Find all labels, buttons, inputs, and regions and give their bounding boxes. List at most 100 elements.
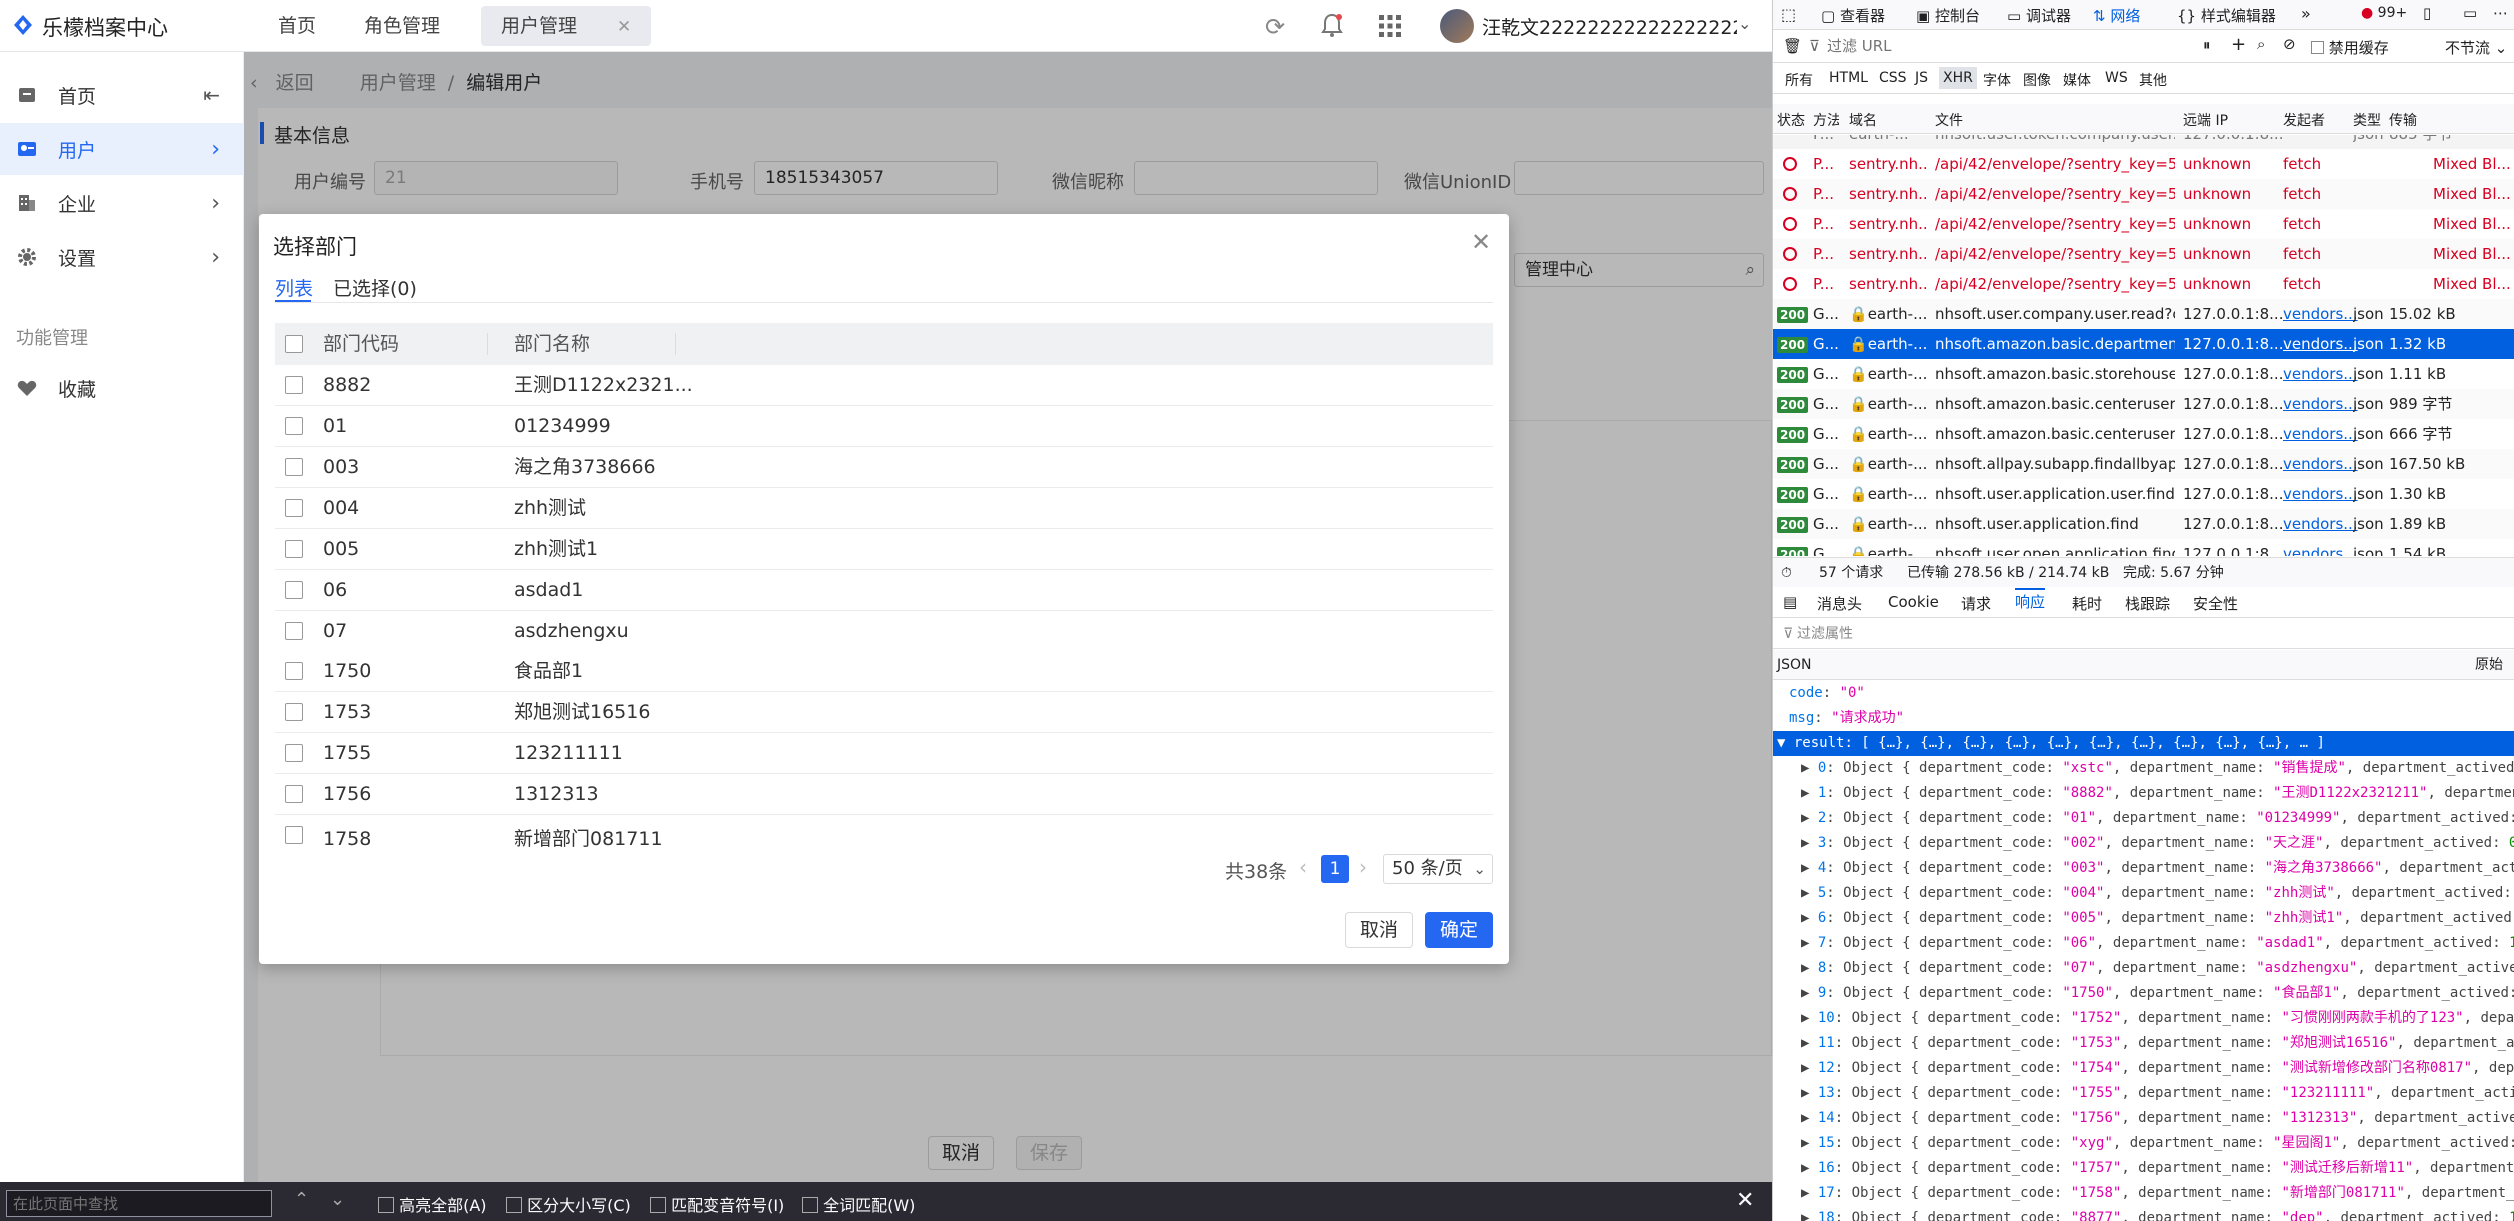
table-row[interactable]: 01 01234999 xyxy=(275,406,1493,447)
prev-page-icon[interactable]: ‹ xyxy=(1299,855,1307,879)
type-filter-media[interactable]: 媒体 xyxy=(2063,70,2091,90)
error-count[interactable]: ● 99+ xyxy=(2361,5,2407,21)
expand-triangle-icon[interactable]: ▶ xyxy=(1801,760,1818,776)
avatar[interactable] xyxy=(1440,9,1474,43)
throttle-select[interactable]: 不节流 ⌄ xyxy=(2445,37,2507,58)
json-array-item[interactable]: ▶ 2: Object { department_code: "01", dep… xyxy=(1773,806,2514,831)
table-row[interactable]: 1756 1312313 xyxy=(275,774,1493,815)
type-filter-js[interactable]: JS xyxy=(1915,70,1928,86)
find-next-icon[interactable]: ⌄ xyxy=(330,1189,345,1210)
tab-selected[interactable]: 已选择(0) xyxy=(333,274,417,301)
apps-grid-icon[interactable] xyxy=(1378,14,1402,38)
filter-props-input[interactable]: 过滤属性 xyxy=(1797,619,1853,649)
close-findbar-icon[interactable]: ✕ xyxy=(1736,1188,1754,1213)
expand-triangle-icon[interactable]: ▶ xyxy=(1801,1110,1818,1126)
responsive-icon[interactable]: ▭ xyxy=(2463,4,2477,22)
expand-triangle-icon[interactable]: ▼ xyxy=(1777,735,1794,751)
req-initiator[interactable]: vendors... xyxy=(2283,329,2358,359)
block-icon[interactable]: ⊘ xyxy=(2283,35,2296,53)
type-filter-font[interactable]: 字体 xyxy=(1983,70,2011,90)
row-checkbox[interactable] xyxy=(285,703,303,721)
refresh-icon[interactable]: ⟳ xyxy=(1265,13,1285,41)
checkbox[interactable] xyxy=(506,1197,522,1213)
detail-tab-request[interactable]: 请求 xyxy=(1961,593,1991,614)
json-array-item[interactable]: ▶ 9: Object { department_code: "1750", d… xyxy=(1773,981,2514,1006)
expand-triangle-icon[interactable]: ▶ xyxy=(1801,985,1818,1001)
json-array-item[interactable]: ▶ 7: Object { department_code: "06", dep… xyxy=(1773,931,2514,956)
req-initiator[interactable]: vendors... xyxy=(2283,479,2358,509)
row-checkbox[interactable] xyxy=(285,785,303,803)
table-row[interactable]: 1750 食品部1 xyxy=(275,651,1493,692)
checkbox[interactable] xyxy=(2311,41,2324,54)
expand-triangle-icon[interactable]: ▶ xyxy=(1801,1060,1818,1076)
tab-close-icon[interactable]: ✕ xyxy=(617,17,631,37)
expand-triangle-icon[interactable]: ▶ xyxy=(1801,960,1818,976)
user-name[interactable]: 汪乾文22222222222222222222 xyxy=(1482,13,1737,40)
close-icon[interactable]: ✕ xyxy=(1471,228,1491,256)
table-row[interactable]: 8882 王测D1122x2321... xyxy=(275,365,1493,406)
type-filter-all[interactable]: 所有 xyxy=(1785,70,1813,90)
expand-triangle-icon[interactable]: ▶ xyxy=(1801,810,1818,826)
search-icon[interactable]: ⌕ xyxy=(2257,35,2265,53)
request-row-selected[interactable]: 200 G... 🔒earth-... nhsoft.amazon.basic.… xyxy=(1773,329,2514,359)
tool-style-editor[interactable]: {} 样式编辑器 xyxy=(2177,5,2276,26)
find-input[interactable] xyxy=(6,1190,272,1217)
json-array-item[interactable]: ▶ 18: Object { department_code: "8877", … xyxy=(1773,1206,2514,1221)
table-row[interactable]: 004 zhh测试 xyxy=(275,488,1493,529)
highlight-all-option[interactable]: 高亮全部(A) xyxy=(378,1192,487,1216)
detail-tab-cookie[interactable]: Cookie xyxy=(1888,593,1939,611)
col-transferred[interactable]: 传输 xyxy=(2389,110,2417,130)
row-checkbox[interactable] xyxy=(285,744,303,762)
dock-icon[interactable]: ▯ xyxy=(2423,4,2431,22)
type-filter-ws[interactable]: WS xyxy=(2105,70,2128,86)
json-array-item[interactable]: ▶ 13: Object { department_code: "1755", … xyxy=(1773,1081,2514,1106)
tool-console[interactable]: ▣ 控制台 xyxy=(1916,5,1980,26)
json-array-item[interactable]: ▶ 1: Object { department_code: "8882", d… xyxy=(1773,781,2514,806)
type-filter-xhr[interactable]: XHR xyxy=(1939,67,1977,89)
find-previous-icon[interactable]: ⌃ xyxy=(294,1189,309,1210)
col-status[interactable]: 状态 xyxy=(1777,110,1805,130)
json-array-item[interactable]: ▶ 5: Object { department_code: "004", de… xyxy=(1773,881,2514,906)
table-row[interactable]: 1753 郑旭测试16516 xyxy=(275,692,1493,733)
request-row[interactable]: 200 G... 🔒earth-... nhsoft.user.company.… xyxy=(1773,299,2514,329)
expand-triangle-icon[interactable]: ▶ xyxy=(1801,1085,1818,1101)
json-array-item[interactable]: ▶ 6: Object { department_code: "005", de… xyxy=(1773,906,2514,931)
request-row[interactable]: 200 G... 🔒earth-... nhsoft.allpay.subapp… xyxy=(1773,449,2514,479)
type-filter-html[interactable]: HTML xyxy=(1829,70,1868,86)
col-remote-ip[interactable]: 远端 IP xyxy=(2183,110,2228,130)
whole-words-option[interactable]: 全词匹配(W) xyxy=(802,1192,915,1216)
request-row[interactable]: 200 G... 🔒earth- nhsoft.user.open.applic… xyxy=(1773,539,2514,556)
expand-triangle-icon[interactable]: ▶ xyxy=(1801,910,1818,926)
bell-icon[interactable] xyxy=(1320,12,1344,38)
tool-network[interactable]: ⇅ 网络 xyxy=(2093,5,2140,26)
match-case-option[interactable]: 区分大小写(C) xyxy=(506,1192,631,1216)
request-row[interactable]: P... sentry.nh... /api/42/envelope/?sent… xyxy=(1773,179,2514,209)
chevron-down-icon[interactable]: ⌄ xyxy=(1738,14,1751,33)
disable-cache-option[interactable]: 禁用缓存 xyxy=(2311,37,2389,58)
type-filter-css[interactable]: CSS xyxy=(1879,70,1907,86)
page-size-select[interactable]: 50 条/页 ⌄ xyxy=(1383,854,1493,884)
sidebar-item-favorites[interactable]: 收藏 xyxy=(0,362,244,414)
checkbox[interactable] xyxy=(650,1197,666,1213)
request-row[interactable]: 200 G... 🔒earth-... nhsoft.amazon.basic.… xyxy=(1773,359,2514,389)
sidebar-item-settings[interactable]: 设置 › xyxy=(0,231,244,283)
detail-tab-headers[interactable]: 消息头 xyxy=(1817,593,1862,614)
request-row[interactable]: P... sentry.nh... /api/42/envelope/?sent… xyxy=(1773,149,2514,179)
json-array-item[interactable]: ▶ 11: Object { department_code: "1753", … xyxy=(1773,1031,2514,1056)
req-initiator[interactable]: vendors... xyxy=(2283,509,2358,539)
trash-icon[interactable]: 🗑 xyxy=(1783,37,1802,55)
tab-list[interactable]: 列表 xyxy=(275,274,313,301)
row-checkbox[interactable] xyxy=(285,376,303,394)
expand-triangle-icon[interactable]: ▶ xyxy=(1801,1160,1818,1176)
next-page-icon[interactable]: › xyxy=(1359,855,1367,879)
col-file[interactable]: 文件 xyxy=(1935,110,1963,130)
expand-triangle-icon[interactable]: ▶ xyxy=(1801,1035,1818,1051)
col-type[interactable]: 类型 xyxy=(2353,110,2381,130)
json-array-item[interactable]: ▶ 0: Object { department_code: "xstc", d… xyxy=(1773,756,2514,781)
table-row[interactable]: 07 asdzhengxu xyxy=(275,611,1493,649)
request-row[interactable]: 200 G... 🔒earth-... nhsoft.amazon.basic.… xyxy=(1773,419,2514,449)
sidebar-item-user[interactable]: 用户 › xyxy=(0,123,244,175)
row-checkbox[interactable] xyxy=(285,662,303,680)
sidebar-item-enterprise[interactable]: 企业 › xyxy=(0,177,244,229)
expand-triangle-icon[interactable]: ▶ xyxy=(1801,860,1818,876)
